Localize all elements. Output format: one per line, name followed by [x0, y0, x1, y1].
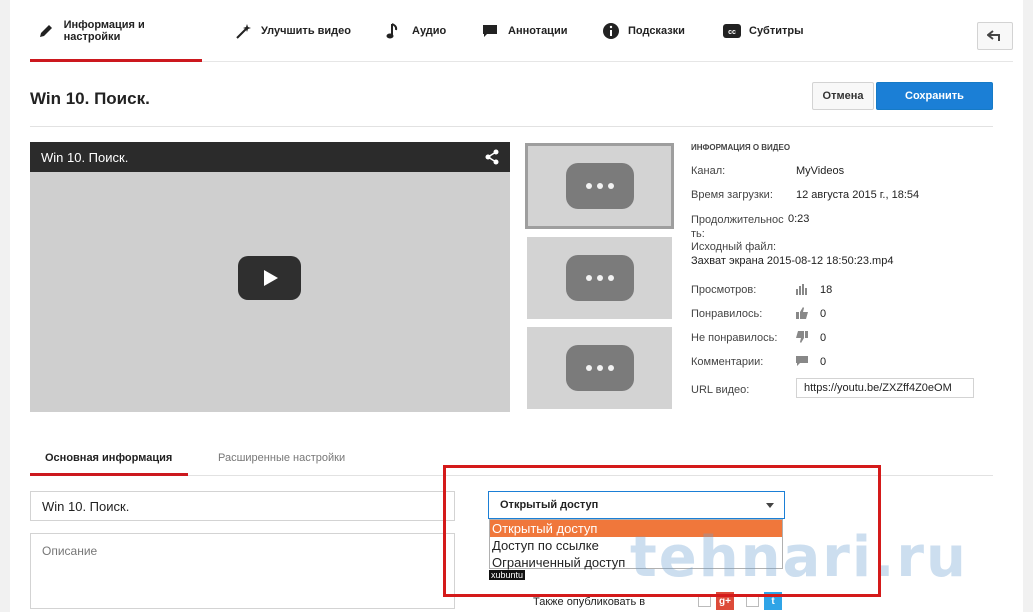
upload-time-label: Время загрузки: — [691, 189, 773, 201]
thumbs-up-icon — [796, 307, 808, 319]
likes-label: Понравилось: — [691, 308, 763, 320]
upload-time-value: 12 августа 2015 г., 18:54 — [796, 189, 920, 201]
url-label: URL видео: — [691, 384, 750, 396]
video-info-heading: ИНФОРМАЦИЯ О ВИДЕО — [691, 143, 791, 152]
pencil-icon — [38, 23, 60, 39]
title-input[interactable]: Win 10. Поиск. — [30, 491, 455, 521]
active-tab-indicator — [30, 473, 188, 476]
thumbnail-placeholder-icon — [565, 163, 634, 209]
thumbs-down-icon — [796, 331, 808, 343]
editor-card: Информация и настройки Улучшить видео Ау… — [10, 0, 1023, 612]
views-label: Просмотров: — [691, 284, 757, 296]
cancel-button[interactable]: Отмена — [812, 82, 874, 110]
tab-label: Аннотации — [508, 25, 568, 37]
thumbnail-option[interactable] — [525, 143, 674, 229]
video-url-field[interactable]: https://youtu.be/ZXZff4Z0eOM — [796, 378, 974, 398]
tab-enhance[interactable]: Улучшить видео — [235, 0, 351, 62]
cc-icon: cc — [723, 24, 745, 38]
bar-chart-icon — [796, 284, 807, 295]
tab-info-settings[interactable]: Информация и настройки — [30, 0, 202, 62]
svg-text:cc: cc — [728, 29, 736, 36]
tab-label: Информация и настройки — [63, 19, 145, 43]
video-player[interactable]: Win 10. Поиск. — [30, 142, 510, 412]
tab-audio[interactable]: Аудио — [386, 0, 446, 62]
page-title: Win 10. Поиск. — [30, 89, 150, 108]
back-arrow-icon — [987, 30, 1000, 41]
tab-label: Аудио — [412, 25, 447, 37]
tab-subtitles[interactable]: cc Субтитры — [723, 0, 804, 62]
music-note-icon — [386, 23, 408, 39]
source-file-value: Захват экрана 2015-08-12 18:50:23.mp4 — [691, 255, 894, 267]
thumbnail-placeholder-icon — [565, 255, 634, 301]
duration-value: 0:23 — [788, 213, 810, 225]
views-value: 18 — [820, 284, 833, 296]
thumbnail-option[interactable] — [527, 327, 672, 409]
divider — [30, 126, 993, 127]
player-title-bar: Win 10. Поиск. — [30, 142, 510, 172]
thumbnail-option[interactable] — [527, 237, 672, 319]
dislikes-value: 0 — [820, 332, 827, 344]
tab-cards[interactable]: Подсказки — [602, 0, 685, 62]
tab-advanced-settings[interactable]: Расширенные настройки — [218, 452, 345, 464]
tab-annotations[interactable]: Аннотации — [482, 0, 567, 62]
duration-label: Продолжительность: — [691, 214, 784, 240]
comment-icon — [796, 356, 808, 366]
channel-value: MyVideos — [796, 165, 845, 177]
back-button[interactable] — [977, 22, 1013, 50]
tab-basic-info[interactable]: Основная информация — [45, 452, 172, 464]
share-icon[interactable] — [485, 149, 499, 165]
annotation-highlight-box — [443, 465, 881, 597]
dislikes-label: Не понравилось: — [691, 332, 778, 344]
likes-value: 0 — [820, 308, 827, 320]
also-publish-label: Также опубликовать в — [533, 596, 646, 608]
tab-label: Подсказки — [628, 25, 685, 37]
editor-tabs: Информация и настройки Улучшить видео Ау… — [30, 0, 1013, 62]
channel-label: Канал: — [691, 165, 726, 177]
comments-label: Комментарии: — [691, 356, 764, 368]
description-field[interactable]: Описание — [30, 533, 455, 609]
magic-wand-icon — [235, 23, 257, 39]
thumbnail-placeholder-icon — [565, 345, 634, 391]
tab-label: Субтитры — [749, 25, 804, 37]
play-button[interactable] — [238, 256, 301, 300]
info-icon — [602, 22, 624, 40]
speech-bubble-icon — [482, 24, 504, 38]
tab-label: Улучшить видео — [261, 25, 351, 37]
source-file-label: Исходный файл: — [691, 241, 777, 253]
player-title: Win 10. Поиск. — [41, 149, 129, 165]
save-button[interactable]: Сохранить — [876, 82, 993, 110]
comments-value: 0 — [820, 356, 827, 368]
play-icon — [263, 270, 278, 286]
